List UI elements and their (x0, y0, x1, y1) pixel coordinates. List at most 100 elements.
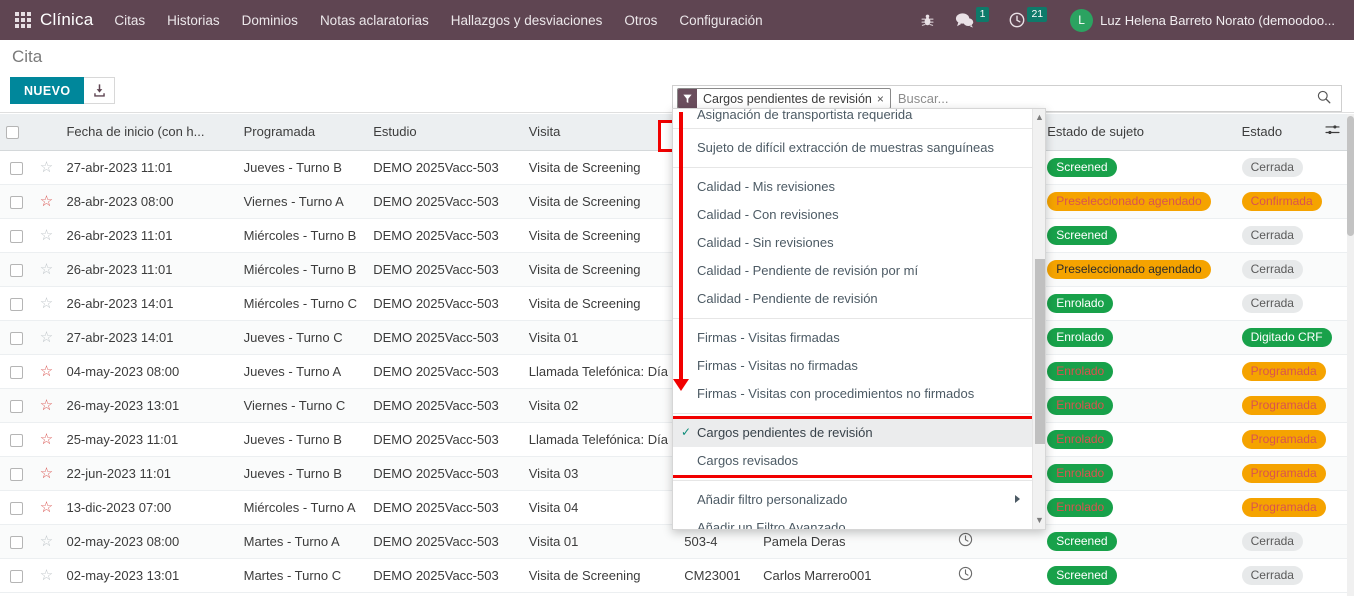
bug-icon[interactable] (911, 0, 944, 40)
nav-item-historias[interactable]: Historias (156, 0, 231, 40)
cell-programada: Martes - Turno A (238, 524, 368, 558)
column-header-fecha[interactable]: Fecha de inicio (con h... (60, 114, 237, 150)
cell-programada: Miércoles - Turno B (238, 252, 368, 286)
status-badge: Digitado CRF (1242, 328, 1332, 347)
filter-menu-item[interactable]: Añadir filtro personalizado (673, 486, 1032, 514)
star-icon[interactable]: ☆ (40, 364, 53, 379)
column-header-estado[interactable]: Estado (1236, 114, 1348, 150)
status-badge: Cerrada (1242, 158, 1303, 177)
row-select-cell (0, 286, 32, 320)
triangle-down-icon[interactable]: ▼ (1035, 516, 1044, 525)
table-row[interactable]: ☆02-may-2023 13:01Martes - Turno CDEMO 2… (0, 558, 1348, 592)
star-icon[interactable]: ☆ (40, 500, 53, 515)
nav-item-notas[interactable]: Notas aclaratorias (309, 0, 440, 40)
filter-menu-item[interactable]: Calidad - Con revisiones (673, 201, 1032, 229)
filter-menu-item-label: Firmas - Visitas no firmadas (697, 358, 858, 373)
search-icon[interactable] (1313, 90, 1335, 107)
row-checkbox[interactable] (10, 570, 23, 583)
cell-programada: Jueves - Turno B (238, 456, 368, 490)
cell-sujeto: CM23001 (678, 558, 757, 592)
cell-visita: Visita de Screening (523, 184, 679, 218)
star-icon[interactable]: ☆ (40, 398, 53, 413)
filter-menu-item[interactable]: Firmas - Visitas firmadas (673, 324, 1032, 352)
filters-menu-scroll-thumb[interactable] (1035, 259, 1045, 444)
filter-menu-item[interactable]: Añadir un Filtro Avanzado (673, 514, 1032, 529)
row-favorite-cell: ☆ (32, 490, 60, 524)
filter-menu-item[interactable]: Calidad - Sin revisiones (673, 229, 1032, 257)
row-checkbox[interactable] (10, 230, 23, 243)
nav-item-hallazgos[interactable]: Hallazgos y desviaciones (440, 0, 614, 40)
triangle-up-icon[interactable]: ▲ (1035, 113, 1044, 122)
row-checkbox[interactable] (10, 536, 23, 549)
star-icon[interactable]: ☆ (40, 262, 53, 277)
status-badge: Enrolado (1047, 362, 1113, 381)
search-facet[interactable]: Cargos pendientes de revisión × (677, 88, 891, 109)
filters-menu-scrollbar[interactable]: ▲ ▼ (1032, 109, 1045, 529)
column-header-estudio[interactable]: Estudio (367, 114, 523, 150)
column-header-estado-sujeto[interactable]: Estado de sujeto (1041, 114, 1235, 150)
select-all-checkbox[interactable] (6, 126, 19, 139)
star-icon[interactable]: ☆ (40, 330, 53, 345)
filter-item-partial-top[interactable]: Asignación de transportista requerida (673, 109, 1032, 123)
filter-menu-item[interactable]: Firmas - Visitas no firmadas (673, 352, 1032, 380)
star-icon[interactable]: ☆ (40, 432, 53, 447)
cell-estudio: DEMO 2025Vacc-503 (367, 524, 523, 558)
filter-menu-item[interactable]: Calidad - Pendiente de revisión por mí (673, 257, 1032, 285)
cell-visita: Visita de Screening (523, 286, 679, 320)
star-icon[interactable]: ☆ (40, 160, 53, 175)
row-checkbox[interactable] (10, 502, 23, 515)
star-icon[interactable]: ☆ (40, 534, 53, 549)
row-checkbox[interactable] (10, 196, 23, 209)
nav-item-otros[interactable]: Otros (613, 0, 668, 40)
list-scrollbar[interactable] (1347, 114, 1354, 596)
messages-menu[interactable]: 1 (946, 0, 999, 40)
row-checkbox[interactable] (10, 298, 23, 311)
cell-visita: Llamada Telefónica: Día 7 (523, 354, 679, 388)
row-checkbox[interactable] (10, 434, 23, 447)
search-input[interactable] (896, 90, 1313, 107)
messages-count-badge: 1 (976, 7, 990, 22)
row-checkbox[interactable] (10, 162, 23, 175)
apps-grid-icon (15, 12, 31, 28)
row-select-cell (0, 184, 32, 218)
star-icon[interactable]: ☆ (40, 296, 53, 311)
brand-title[interactable]: Clínica (34, 10, 103, 30)
filter-menu-item[interactable]: Firmas - Visitas con procedimientos no f… (673, 380, 1032, 408)
search-facet-remove-icon[interactable]: × (876, 92, 890, 106)
filter-menu-item[interactable]: ✓Cargos pendientes de revisión (673, 419, 1032, 447)
column-header-programada[interactable]: Programada (238, 114, 368, 150)
new-button[interactable]: NUEVO (10, 77, 84, 104)
activities-menu[interactable]: 21 (1000, 0, 1056, 40)
star-icon[interactable]: ☆ (40, 466, 53, 481)
nav-item-dominios[interactable]: Dominios (231, 0, 309, 40)
column-settings-icon[interactable] (1325, 124, 1340, 139)
import-button[interactable] (84, 77, 115, 104)
status-badge: Enrolado (1047, 464, 1113, 483)
row-checkbox[interactable] (10, 264, 23, 277)
star-icon[interactable]: ☆ (40, 194, 53, 209)
top-navbar: Clínica Citas Historias Dominios Notas a… (0, 0, 1354, 40)
row-checkbox[interactable] (10, 400, 23, 413)
filter-menu-item[interactable]: Calidad - Mis revisiones (673, 173, 1032, 201)
import-download-icon (92, 83, 107, 98)
cell-programada: Jueves - Turno B (238, 150, 368, 184)
user-menu[interactable]: L Luz Helena Barreto Norato (demoodoo... (1058, 0, 1344, 40)
filter-menu-item[interactable]: Cargos revisados (673, 447, 1032, 475)
filter-menu-item[interactable]: Sujeto de difícil extracción de muestras… (673, 134, 1032, 162)
apps-menu-icon[interactable] (0, 0, 34, 40)
column-header-visita[interactable]: Visita (523, 114, 679, 150)
nav-item-citas[interactable]: Citas (103, 0, 156, 40)
star-icon[interactable]: ☆ (40, 568, 53, 583)
status-badge: Enrolado (1047, 294, 1113, 313)
menu-divider (673, 128, 1032, 129)
clock-icon (1009, 12, 1025, 28)
row-checkbox[interactable] (10, 468, 23, 481)
row-checkbox[interactable] (10, 332, 23, 345)
star-icon[interactable]: ☆ (40, 228, 53, 243)
cell-visita: Visita 01 (523, 320, 679, 354)
filter-menu-item-label: Cargos pendientes de revisión (697, 425, 873, 440)
filter-menu-item[interactable]: Calidad - Pendiente de revisión (673, 285, 1032, 313)
nav-item-configuracion[interactable]: Configuración (668, 0, 773, 40)
row-checkbox[interactable] (10, 366, 23, 379)
list-scrollbar-thumb[interactable] (1347, 116, 1354, 236)
